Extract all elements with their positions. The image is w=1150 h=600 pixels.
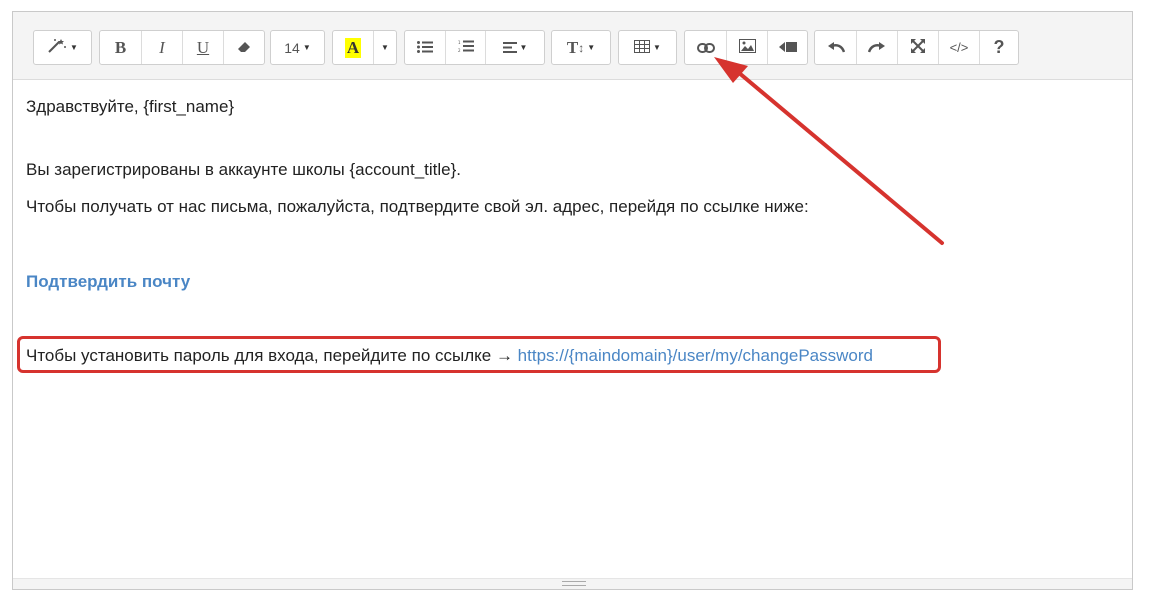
annotation-arrow-icon <box>714 57 944 245</box>
